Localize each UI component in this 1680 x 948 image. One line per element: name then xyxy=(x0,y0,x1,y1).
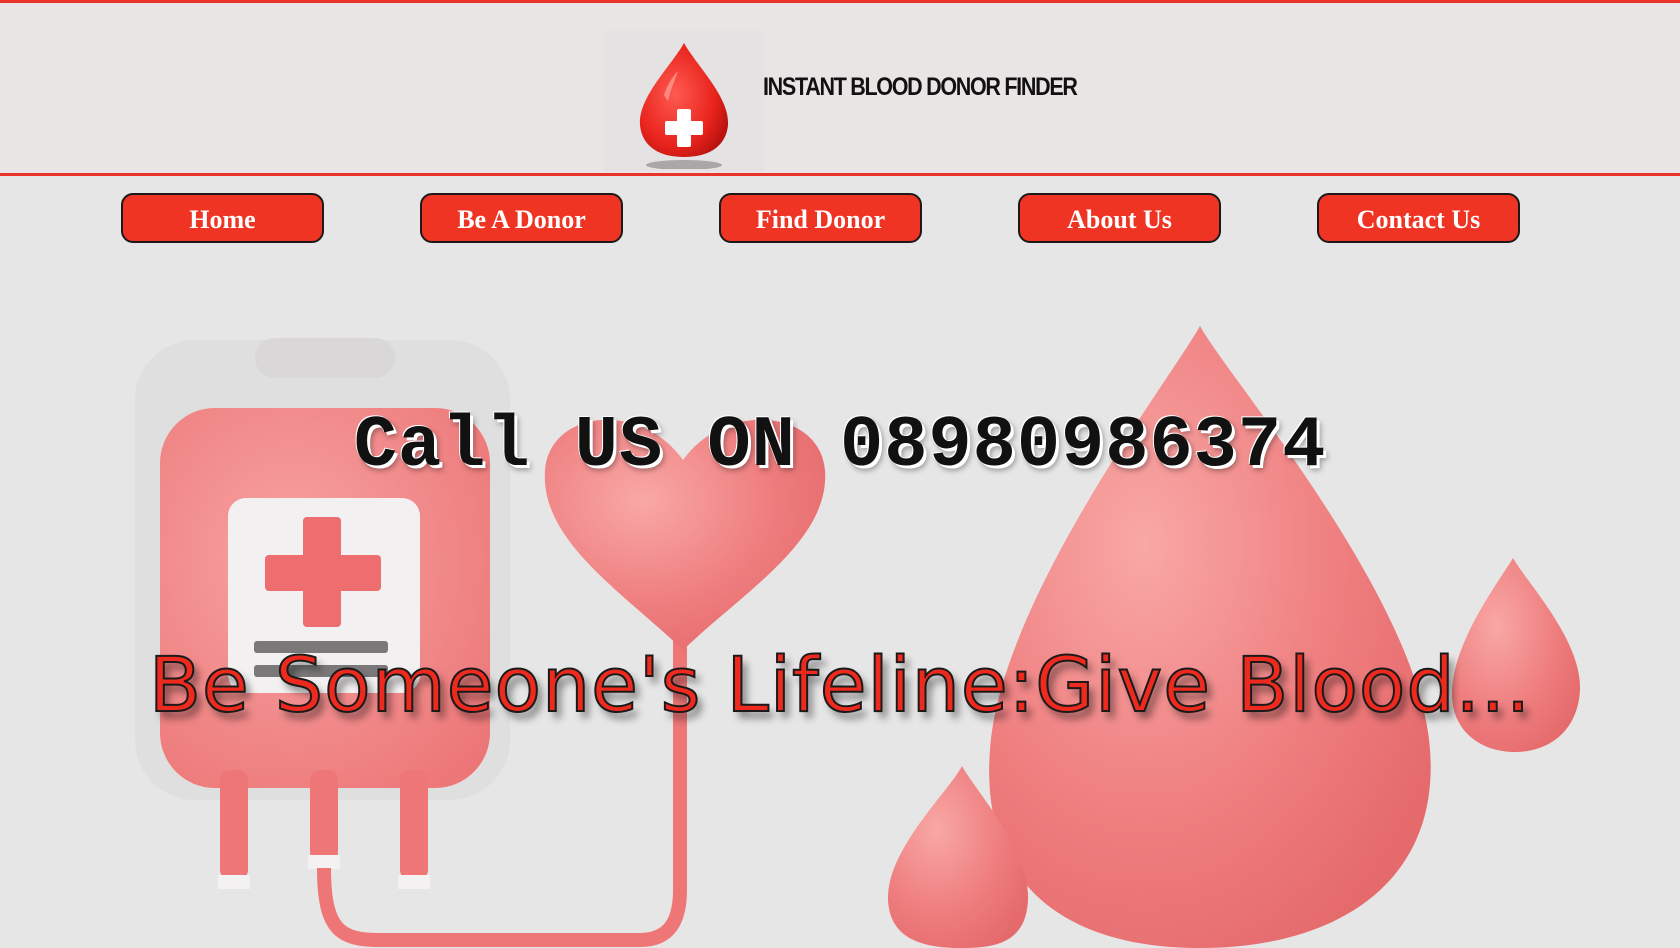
site-title: INSTANT BLOOD DONOR FINDER xyxy=(763,73,1078,101)
site-header: INSTANT BLOOD DONOR FINDER xyxy=(0,0,1680,176)
hero-banner xyxy=(0,300,1680,948)
blood-drop-logo-icon xyxy=(639,43,729,169)
page: INSTANT BLOOD DONOR FINDER Home Be A Don… xyxy=(0,0,1680,948)
nav-be-a-donor-button[interactable]: Be A Donor xyxy=(420,193,623,243)
nav-contact-us-button[interactable]: Contact Us xyxy=(1317,193,1520,243)
call-us-phone-text: Call US ON 08980986374 xyxy=(353,405,1327,487)
logo[interactable] xyxy=(604,31,764,171)
nav-home-button[interactable]: Home xyxy=(121,193,324,243)
blood-donation-illustration xyxy=(135,326,1581,948)
nav-find-donor-button[interactable]: Find Donor xyxy=(719,193,922,243)
nav-about-us-button[interactable]: About Us xyxy=(1018,193,1221,243)
main-nav: Home Be A Donor Find Donor About Us Cont… xyxy=(0,193,1680,247)
hero-tagline: Be Someone's Lifeline:Give Blood... xyxy=(148,639,1532,730)
